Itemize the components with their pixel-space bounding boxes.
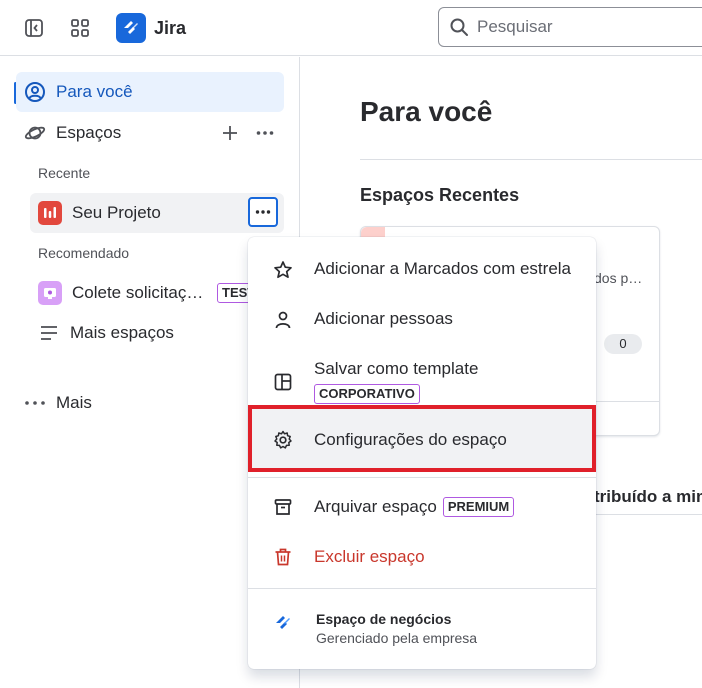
menu-item-label: Arquivar espaço: [314, 497, 437, 516]
sidebar-item-spaces[interactable]: Espaços: [16, 113, 284, 153]
menu-item-label: Adicionar a Marcados com estrela: [314, 259, 572, 278]
jira-logo-icon: [116, 13, 146, 43]
top-navigation-bar: Jira Pesquisar: [0, 0, 702, 56]
menu-item-label: Salvar como template: [314, 359, 479, 378]
assigned-to-me-tab[interactable]: tribuído a mim: [594, 487, 702, 507]
footer-subtitle: Gerenciado pela empresa: [316, 630, 478, 646]
template-icon: [38, 281, 62, 305]
sidebar-item-more[interactable]: Mais: [16, 383, 284, 423]
tabs-divider: [594, 514, 702, 515]
sidebar-item-label: Seu Projeto: [72, 203, 161, 222]
sidebar-item-more-spaces[interactable]: Mais espaços: [30, 313, 260, 353]
title-divider: [360, 159, 702, 160]
corporativo-lozenge: CORPORATIVO: [314, 384, 420, 404]
menu-footer-business-space: Espaço de negócios Gerenciado pela empre…: [248, 611, 596, 651]
trash-icon: [272, 546, 294, 568]
star-icon: [272, 259, 294, 281]
app-name: Jira: [154, 17, 187, 38]
card-count-badge: 0: [604, 334, 642, 354]
list-icon: [41, 326, 57, 340]
footer-title: Espaço de negócios: [316, 611, 452, 627]
menu-item-delete[interactable]: Excluir espaço: [248, 545, 596, 569]
highlight-frame: [248, 405, 596, 472]
app-grid-icon: [71, 19, 89, 37]
page-title: Para você: [360, 96, 493, 127]
sidebar-item-for-you[interactable]: Para você: [16, 72, 284, 112]
sidebar-item-seu-projeto[interactable]: Seu Projeto: [30, 193, 284, 233]
search-icon: [450, 18, 468, 36]
project-icon: [38, 201, 62, 225]
sidebar-item-label: Para você: [56, 82, 133, 101]
more-horizontal-icon: [25, 401, 45, 405]
search-placeholder: Pesquisar: [477, 17, 553, 36]
sidebar-item-label: Mais: [56, 393, 92, 412]
premium-lozenge: PREMIUM: [442, 497, 515, 517]
menu-item-archive[interactable]: Arquivar espaço PREMIUM: [248, 495, 596, 519]
app-switcher-button[interactable]: [64, 12, 96, 44]
sidebar-toggle-button[interactable]: [18, 12, 50, 44]
more-horizontal-icon: [255, 210, 271, 214]
jira-home-link[interactable]: Jira: [116, 12, 186, 44]
recent-spaces-heading: Espaços Recentes: [360, 185, 520, 205]
search-input[interactable]: Pesquisar: [438, 7, 702, 47]
archive-box-icon: [272, 496, 294, 518]
add-space-button[interactable]: [220, 123, 240, 143]
person-icon: [272, 309, 294, 331]
menu-separator: [248, 588, 596, 589]
sidebar-item-label: Colete solicitaç…: [72, 283, 204, 302]
jira-business-icon: [272, 612, 294, 634]
recommended-section-label: Recomendado: [38, 245, 130, 261]
recent-section-label: Recente: [38, 165, 91, 181]
spaces-more-button[interactable]: [254, 123, 276, 143]
menu-item-save-template[interactable]: Salvar como template CORPORATIVO: [248, 359, 596, 407]
project-more-actions-button[interactable]: [248, 197, 278, 227]
more-horizontal-icon: [256, 131, 274, 135]
menu-item-add-people[interactable]: Adicionar pessoas: [248, 309, 596, 333]
template-layout-icon: [272, 371, 294, 393]
sidebar-collapse-icon: [25, 19, 43, 37]
sidebar-item-label: Mais espaços: [70, 323, 174, 342]
menu-item-label: Adicionar pessoas: [314, 309, 453, 328]
user-circle-icon: [25, 82, 45, 102]
planet-icon: [24, 126, 46, 140]
menu-separator: [248, 477, 596, 478]
menu-item-label: Excluir espaço: [314, 547, 425, 566]
card-description: dos p…: [594, 270, 643, 286]
menu-item-star[interactable]: Adicionar a Marcados com estrela: [248, 259, 596, 283]
sidebar-item-label: Espaços: [56, 123, 122, 142]
plus-icon: [223, 126, 237, 140]
